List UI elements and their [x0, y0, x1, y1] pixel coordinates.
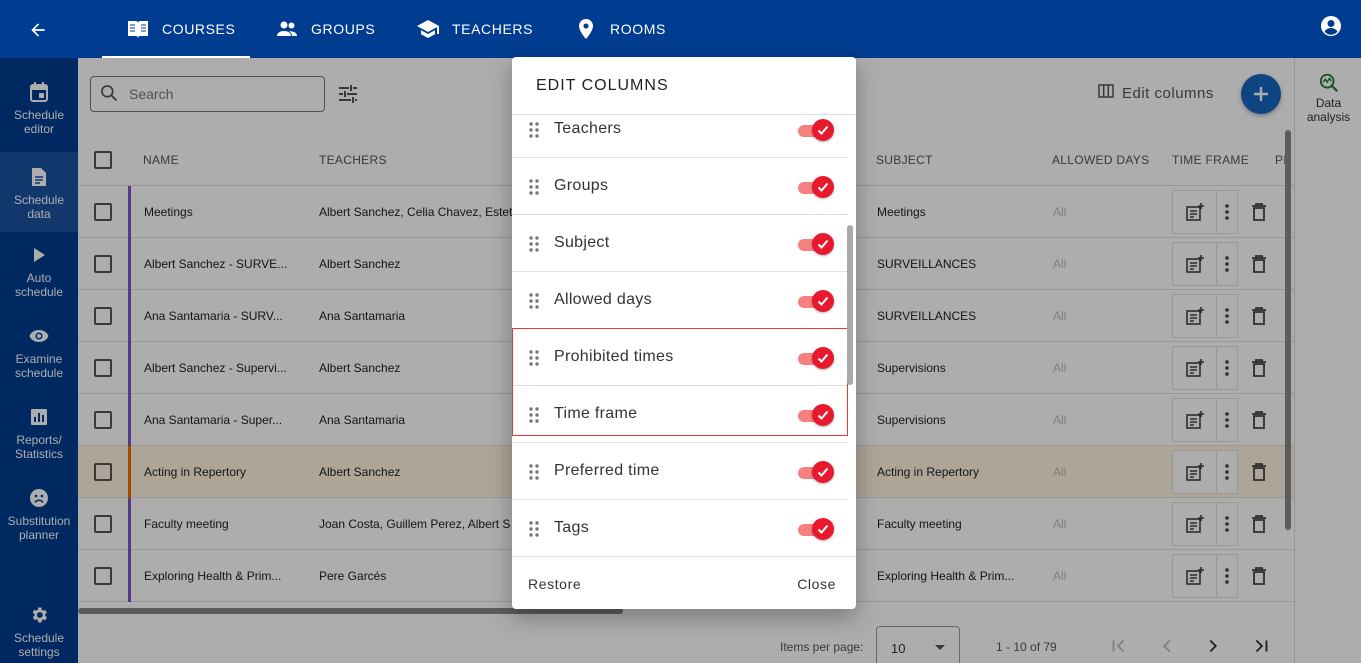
drag-handle-icon[interactable]	[528, 121, 540, 139]
column-toggle[interactable]	[798, 176, 834, 198]
tab-teachers[interactable]: TEACHERS	[416, 0, 533, 58]
column-label: Allowed days	[554, 291, 652, 308]
close-button[interactable]: Close	[797, 576, 836, 592]
restore-button[interactable]: Restore	[528, 576, 581, 592]
column-item-subject[interactable]: Subject	[512, 215, 848, 272]
drag-handle-icon[interactable]	[528, 463, 540, 481]
column-toggle[interactable]	[798, 518, 834, 540]
drag-handle-icon[interactable]	[528, 235, 540, 253]
tab-label: COURSES	[162, 21, 236, 37]
column-label: Teachers	[554, 120, 622, 137]
column-list: Teachers Groups Subject Allowed days Pro…	[512, 114, 856, 557]
column-toggle[interactable]	[798, 233, 834, 255]
tab-rooms[interactable]: ROOMS	[574, 0, 666, 58]
check-icon	[812, 518, 834, 540]
account-icon[interactable]	[1319, 14, 1343, 38]
tab-label: TEACHERS	[452, 21, 534, 37]
highlight-selection-box	[512, 328, 848, 436]
column-item-groups[interactable]: Groups	[512, 158, 848, 215]
column-item-preferred-time[interactable]: Preferred time	[512, 443, 848, 500]
check-icon	[812, 119, 834, 141]
check-icon	[812, 461, 834, 483]
dialog-actions: Restore Close	[512, 557, 856, 609]
school-icon	[416, 17, 440, 41]
check-icon	[812, 290, 834, 312]
top-app-bar: COURSES GROUPS TEACHERS ROOMS	[0, 0, 1361, 58]
column-toggle[interactable]	[798, 290, 834, 312]
column-label: Tags	[554, 519, 589, 536]
tab-courses[interactable]: COURSES	[102, 0, 250, 58]
tab-groups[interactable]: GROUPS	[275, 0, 375, 58]
column-item-allowed-days[interactable]: Allowed days	[512, 272, 848, 329]
column-label: Preferred time	[554, 462, 660, 479]
book-icon	[126, 17, 150, 41]
column-item-teachers[interactable]: Teachers	[512, 115, 848, 158]
tab-label: GROUPS	[311, 21, 376, 37]
people-icon	[275, 17, 299, 41]
tab-label: ROOMS	[610, 21, 666, 37]
drag-handle-icon[interactable]	[528, 520, 540, 538]
drag-handle-icon[interactable]	[528, 292, 540, 310]
column-toggle[interactable]	[798, 461, 834, 483]
dialog-title: EDIT COLUMNS	[536, 77, 669, 94]
check-icon	[812, 233, 834, 255]
check-icon	[812, 176, 834, 198]
edit-columns-dialog: EDIT COLUMNS Teachers Groups Subject All…	[512, 57, 856, 609]
column-item-tags[interactable]: Tags	[512, 500, 848, 556]
location-pin-icon	[574, 17, 598, 41]
column-toggle[interactable]	[798, 119, 834, 141]
back-arrow-icon[interactable]	[22, 14, 54, 46]
column-label: Groups	[554, 177, 609, 194]
drag-handle-icon[interactable]	[528, 178, 540, 196]
dialog-scrollbar[interactable]	[847, 225, 853, 385]
column-label: Subject	[554, 234, 610, 251]
